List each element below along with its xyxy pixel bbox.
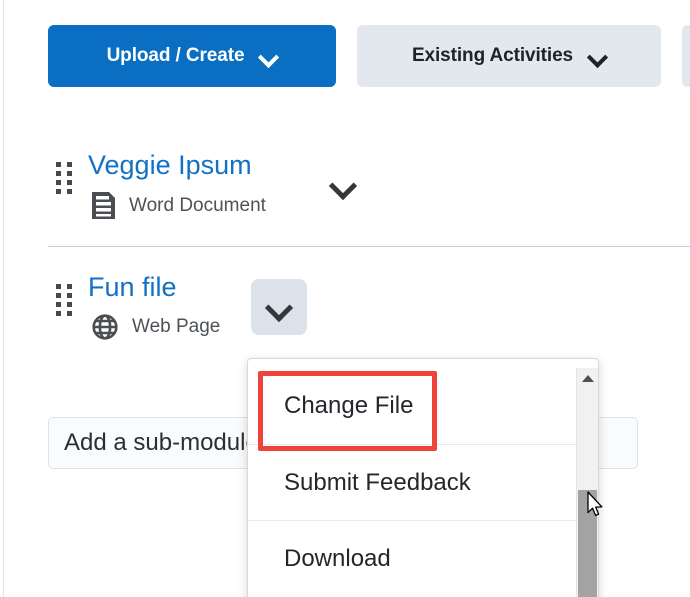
menu-item-label: Submit Feedback [284, 468, 471, 496]
list-item: Veggie Ipsum Word Document [0, 148, 690, 234]
existing-activities-button[interactable]: Existing Activities [357, 25, 661, 87]
chevron-down-icon [589, 48, 606, 65]
dropdown-item-list: Change File Submit Feedback Download [248, 368, 578, 596]
upload-create-button[interactable]: Upload / Create [48, 25, 336, 87]
dropdown-scrollbar[interactable] [576, 368, 598, 597]
content-toolbar: Upload / Create Existing Activities [0, 0, 690, 112]
drag-handle-icon[interactable] [56, 284, 72, 316]
item-type-label: Web Page [132, 316, 221, 337]
item-meta: Word Document [92, 192, 266, 219]
globe-icon [92, 314, 118, 340]
list-item: Fun file Web Page [0, 270, 690, 356]
upload-create-label: Upload / Create [106, 45, 245, 66]
list-divider [48, 246, 690, 247]
menu-item-change-file[interactable]: Change File [248, 368, 578, 444]
item-actions-dropdown-menu: Change File Submit Feedback Download [247, 358, 599, 597]
item-meta: Web Page [92, 314, 220, 340]
item-actions-menu-button[interactable] [326, 168, 360, 202]
document-icon [92, 192, 115, 219]
item-title-link[interactable]: Fun file [88, 270, 177, 304]
existing-activities-label: Existing Activities [411, 45, 574, 66]
page-root: Upload / Create Existing Activities Vegg… [0, 0, 690, 597]
scrollbar-thumb[interactable] [578, 490, 597, 597]
menu-item-download[interactable]: Download [248, 520, 578, 596]
chevron-down-icon [330, 172, 356, 198]
menu-item-label: Change File [284, 392, 414, 419]
item-type-label: Word Document [129, 194, 266, 216]
chevron-down-icon [266, 294, 292, 320]
item-title-link[interactable]: Veggie Ipsum [88, 148, 252, 182]
scroll-up-arrow-icon[interactable] [577, 368, 598, 388]
drag-handle-icon[interactable] [56, 162, 72, 194]
chevron-down-icon [260, 48, 277, 65]
menu-item-submit-feedback[interactable]: Submit Feedback [248, 444, 578, 520]
overflow-button-partial[interactable] [682, 25, 690, 87]
menu-item-label: Download [284, 544, 391, 572]
item-actions-menu-button-active[interactable] [251, 279, 307, 335]
